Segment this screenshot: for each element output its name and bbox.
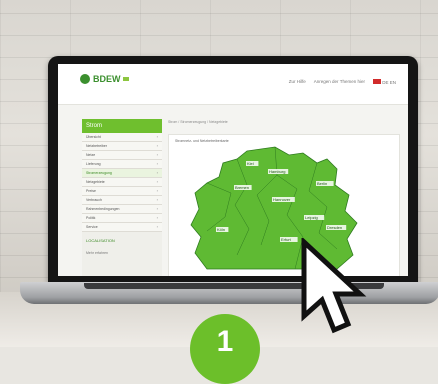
chevron-right-icon: › — [156, 170, 158, 175]
chevron-right-icon: › — [156, 215, 158, 220]
sidebar-menu: Übersicht › Netzbetreiber › Netze › Lieferung ›… — [82, 133, 162, 232]
chevron-right-icon: › — [156, 161, 158, 166]
chevron-right-icon: › — [156, 206, 158, 211]
site-logo[interactable]: BDEW — [80, 74, 129, 84]
map-city-label[interactable]: Hamburg — [269, 169, 285, 174]
sidebar: Strom Übersicht › Netzbetreiber › Netze › Lief… — [82, 119, 162, 276]
sidebar-item[interactable]: Politik › — [82, 214, 162, 223]
header-link-language[interactable]: DE EN — [372, 79, 396, 85]
sidebar-item-label: Übersicht — [86, 135, 101, 139]
site-header: BDEW Zur Hilfe Anregen der Themen hier D… — [58, 64, 408, 105]
map-city-label[interactable]: Leipzig — [305, 215, 318, 220]
sidebar-item[interactable]: Netzbetreiber › — [82, 142, 162, 151]
mouse-pointer-icon — [301, 238, 367, 334]
chevron-right-icon: › — [156, 188, 158, 193]
sidebar-note[interactable]: Mehr erfahren — [82, 251, 162, 255]
sidebar-item-label: Netzgebiete — [86, 180, 105, 184]
map-city-label[interactable]: Dresden — [327, 225, 342, 230]
sidebar-item-label: Stromerzeugung — [86, 171, 112, 175]
logo-bar-icon — [122, 77, 129, 81]
sidebar-item[interactable]: Netzgebiete › — [82, 178, 162, 187]
sidebar-item[interactable]: Übersicht › — [82, 133, 162, 142]
header-links: Zur Hilfe Anregen der Themen hier DE EN — [289, 79, 396, 85]
map-city-label[interactable]: Berlin — [317, 181, 327, 186]
sidebar-item-label: Lieferung — [86, 162, 101, 166]
sidebar-item-label: Politik — [86, 216, 96, 220]
chevron-right-icon: › — [156, 179, 158, 184]
sidebar-item[interactable]: Verbrauch › — [82, 196, 162, 205]
sidebar-item[interactable]: Netze › — [82, 151, 162, 160]
breadcrumb: Strom / Stromerzeugung / Netzgebiete — [168, 120, 228, 124]
sidebar-title: Strom — [82, 119, 162, 133]
step-number-badge: 1 — [190, 314, 260, 384]
chevron-right-icon: › — [156, 143, 158, 148]
sidebar-item[interactable]: Rahmenbedingungen › — [82, 205, 162, 214]
map-city-label[interactable]: Köln — [217, 227, 225, 232]
sidebar-item-label: Preise — [86, 189, 96, 193]
chevron-right-icon: › — [156, 152, 158, 157]
chevron-right-icon: › — [156, 224, 158, 229]
sidebar-item[interactable]: Service › — [82, 223, 162, 232]
chevron-right-icon: › — [156, 134, 158, 139]
sidebar-item-label: Netzbetreiber — [86, 144, 108, 148]
header-link-topics[interactable]: Anregen der Themen hier — [314, 79, 365, 85]
logo-text: BDEW — [93, 74, 121, 84]
sidebar-item-label: Rahmenbedingungen — [86, 207, 120, 211]
header-link-help[interactable]: Zur Hilfe — [289, 79, 306, 85]
sidebar-link-localisation[interactable]: LOCALISATION — [82, 238, 162, 243]
flag-icon — [372, 79, 381, 84]
sidebar-item-label: Verbrauch — [86, 198, 102, 202]
sidebar-item-label: Service — [86, 225, 98, 229]
map-city-label[interactable]: Bremen — [235, 185, 249, 190]
map-city-label[interactable]: Hannover — [273, 197, 291, 202]
sidebar-item[interactable]: Preise › — [82, 187, 162, 196]
map-city-label[interactable]: Erfurt — [281, 237, 292, 242]
sidebar-item-label: Netze — [86, 153, 96, 157]
map-city-label[interactable]: Kiel — [247, 161, 254, 166]
logo-mark-icon — [80, 74, 90, 84]
chevron-right-icon: › — [156, 197, 158, 202]
sidebar-item[interactable]: Lieferung › — [82, 160, 162, 169]
sidebar-item[interactable]: Stromerzeugung › — [82, 169, 162, 178]
